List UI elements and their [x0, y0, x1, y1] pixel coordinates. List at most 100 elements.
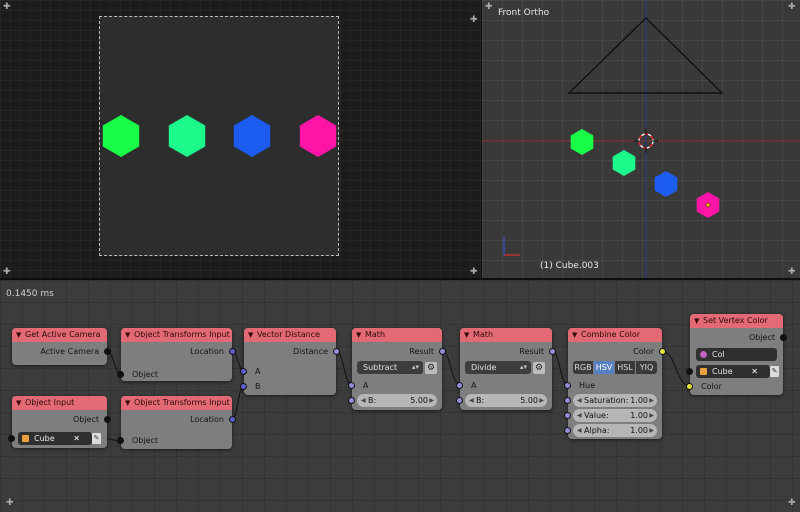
output-socket[interactable] — [439, 348, 446, 355]
ortho-viewport[interactable]: ✚ ✚ ✚ — [482, 0, 800, 278]
node-combine-color[interactable]: ▼ Combine Color Color RGB HSV HSL YIQ Hue… — [564, 328, 666, 439]
input-label: A — [471, 381, 477, 390]
node-object-input[interactable]: ▼ Object Input Object Cube ✕ ✎ — [8, 396, 111, 448]
node-header[interactable]: ▼ Vector Distance — [244, 328, 336, 342]
link-distance-to-math — [335, 350, 353, 386]
increment-arrow-icon[interactable]: ▶ — [649, 394, 654, 407]
collapse-icon[interactable]: ▼ — [125, 396, 130, 410]
output-socket[interactable] — [549, 348, 556, 355]
camera-viewport[interactable]: ✚ ✚ ✚ ✚ — [0, 0, 481, 278]
input-socket[interactable] — [240, 368, 247, 375]
output-socket[interactable] — [104, 416, 111, 423]
mode-yiq[interactable]: YIQ — [636, 361, 657, 374]
input-label: Object — [132, 370, 159, 379]
eyedropper-icon[interactable]: ✎ — [770, 366, 779, 377]
output-socket[interactable] — [780, 334, 787, 341]
increment-arrow-icon[interactable]: ▶ — [429, 394, 434, 407]
input-socket[interactable] — [564, 427, 571, 434]
input-socket[interactable] — [456, 382, 463, 389]
decrement-arrow-icon[interactable]: ◀ — [577, 394, 582, 407]
output-socket[interactable] — [659, 348, 666, 355]
node-header[interactable]: ▼ Object Transforms Input — [121, 328, 232, 342]
node-header[interactable]: ▼ Get Active Camera — [12, 328, 107, 342]
node-vector-distance[interactable]: ▼ Vector Distance Distance A B — [240, 328, 340, 395]
eyedropper-icon[interactable]: ✎ — [92, 433, 101, 444]
node-title: Set Vertex Color — [703, 316, 768, 325]
mode-rgb[interactable]: RGB — [573, 361, 593, 374]
node-title: Math — [365, 330, 386, 339]
output-label: Active Camera — [40, 347, 99, 356]
collapse-icon[interactable]: ▼ — [248, 328, 253, 342]
collapse-icon[interactable]: ▼ — [464, 328, 469, 342]
node-math-subtract[interactable]: ▼ Math Result Subtract ▴▾ ⚙ A ◀ B: 5.00 ▶ — [348, 328, 446, 410]
input-socket[interactable] — [8, 435, 15, 442]
collapse-icon[interactable]: ▼ — [125, 328, 130, 342]
decrement-arrow-icon[interactable]: ◀ — [577, 409, 582, 422]
collapse-icon[interactable]: ▼ — [694, 314, 699, 328]
input-socket[interactable] — [117, 371, 124, 378]
input-socket[interactable] — [240, 383, 247, 390]
mode-hsv[interactable]: HSV — [594, 361, 614, 374]
collapse-icon[interactable]: ▼ — [16, 396, 21, 410]
hexagon-blue — [233, 115, 271, 157]
settings-gear-icon[interactable]: ⚙ — [533, 362, 545, 374]
node-header[interactable]: ▼ Math — [460, 328, 552, 342]
vertex-color-layer-field[interactable]: Col — [696, 348, 777, 361]
input-socket[interactable] — [564, 397, 571, 404]
node-header[interactable]: ▼ Object Input — [12, 396, 107, 410]
number-field-b[interactable]: ◀ B: 5.00 ▶ — [465, 394, 547, 407]
viewport-corner-widget[interactable]: ✚ — [788, 3, 796, 12]
saturation-field[interactable]: ◀ Saturation: 1.00 ▶ — [573, 394, 657, 407]
collapse-icon[interactable]: ▼ — [572, 328, 577, 342]
input-socket[interactable] — [686, 368, 693, 375]
input-socket[interactable] — [348, 397, 355, 404]
input-socket[interactable] — [456, 397, 463, 404]
increment-arrow-icon[interactable]: ▶ — [649, 409, 654, 422]
number-field-b[interactable]: ◀ B: 5.00 ▶ — [357, 394, 437, 407]
mode-hsl[interactable]: HSL — [615, 361, 635, 374]
output-socket[interactable] — [104, 348, 111, 355]
settings-gear-icon[interactable]: ⚙ — [425, 362, 437, 374]
output-socket[interactable] — [229, 348, 236, 355]
node-header[interactable]: ▼ Object Transforms Input — [121, 396, 232, 410]
node-header[interactable]: ▼ Math — [352, 328, 442, 342]
output-socket[interactable] — [333, 348, 340, 355]
node-object-transforms-input[interactable]: ▼ Object Transforms Input Location Object — [117, 328, 236, 381]
active-object-origin — [705, 202, 711, 208]
collapse-icon[interactable]: ▼ — [356, 328, 361, 342]
node-math-divide[interactable]: ▼ Math Result Divide ▴▾ ⚙ A ◀ B: 5.00 ▶ — [456, 328, 556, 410]
viewport-corner-widget[interactable]: ✚ — [788, 268, 796, 277]
node-object-transforms-input[interactable]: ▼ Object Transforms Input Location Object — [117, 396, 236, 449]
clear-icon[interactable]: ✕ — [751, 365, 758, 378]
increment-arrow-icon[interactable]: ▶ — [539, 394, 544, 407]
input-socket[interactable] — [686, 383, 693, 390]
input-label: Hue — [579, 381, 596, 390]
node-set-vertex-color[interactable]: ▼ Set Vertex Color Object Col Cube ✕ ✎ Co… — [686, 314, 787, 395]
object-selector[interactable]: Cube ✕ — [696, 365, 770, 378]
ortho-scene — [482, 0, 800, 278]
value-field[interactable]: ◀ Value: 1.00 ▶ — [573, 409, 657, 422]
input-label: B — [255, 382, 261, 391]
node-get-active-camera[interactable]: ▼ Get Active Camera Active Camera — [12, 328, 111, 365]
node-editor[interactable]: 0.1450 ms ▼ Get Active Camera Active Came… — [0, 280, 800, 512]
node-header[interactable]: ▼ Combine Color — [568, 328, 662, 342]
input-socket[interactable] — [348, 382, 355, 389]
input-socket[interactable] — [117, 437, 124, 444]
alpha-field[interactable]: ◀ Alpha: 1.00 ▶ — [573, 424, 657, 437]
output-socket[interactable] — [229, 416, 236, 423]
input-socket[interactable] — [564, 412, 571, 419]
decrement-arrow-icon[interactable]: ◀ — [469, 394, 474, 407]
editor-corner-widget[interactable]: ✚ — [6, 499, 14, 508]
input-socket[interactable] — [564, 382, 571, 389]
node-header[interactable]: ▼ Set Vertex Color — [690, 314, 783, 328]
collapse-icon[interactable]: ▼ — [16, 328, 21, 342]
editor-corner-widget[interactable]: ✚ — [788, 499, 796, 508]
decrement-arrow-icon[interactable]: ◀ — [361, 394, 366, 407]
clear-icon[interactable]: ✕ — [73, 432, 80, 445]
object-selector[interactable]: Cube ✕ — [18, 432, 92, 445]
increment-arrow-icon[interactable]: ▶ — [649, 424, 654, 437]
operation-dropdown[interactable]: Subtract ▴▾ — [357, 361, 423, 374]
operation-dropdown[interactable]: Divide ▴▾ — [465, 361, 531, 374]
viewport-corner-widget[interactable]: ✚ — [485, 3, 493, 12]
decrement-arrow-icon[interactable]: ◀ — [577, 424, 582, 437]
